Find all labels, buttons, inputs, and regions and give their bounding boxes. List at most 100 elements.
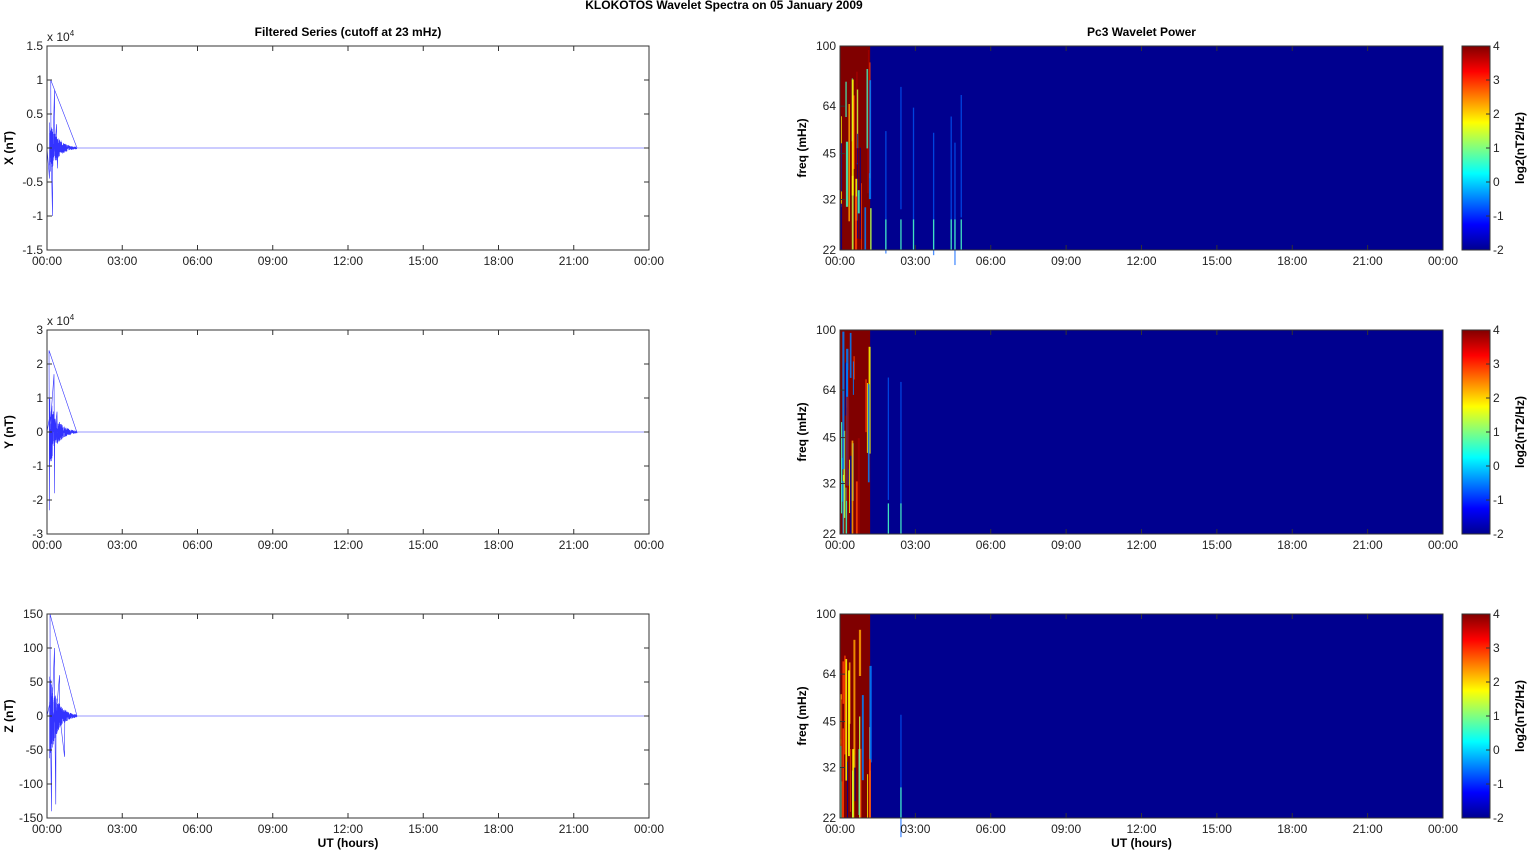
power-streak — [887, 377, 890, 500]
power-streak — [861, 183, 862, 250]
x-tick-label: 00:00 — [32, 822, 62, 836]
y-tick-label: 100 — [816, 39, 836, 53]
power-streak — [848, 489, 849, 534]
x-tick-label: 12:00 — [1126, 538, 1156, 552]
colorbar-tick-label: -1 — [1493, 209, 1504, 223]
chart-title: Filtered Series (cutoff at 23 mHz) — [255, 25, 442, 39]
y-tick-label: 100 — [816, 323, 836, 337]
y-axis-label: freq (mHz) — [795, 402, 809, 461]
power-streak — [859, 147, 861, 239]
y-tick-label: 1 — [36, 391, 43, 405]
power-streak — [900, 503, 902, 534]
x-tick-label: 15:00 — [408, 822, 438, 836]
y-exponent: x 104 — [47, 29, 75, 44]
x-tick-label: 12:00 — [1126, 822, 1156, 836]
y-axis-label: freq (mHz) — [795, 118, 809, 177]
x-tick-label: 00:00 — [825, 254, 855, 268]
power-streak — [852, 361, 854, 395]
power-streak — [846, 396, 848, 501]
power-streak — [960, 94, 962, 218]
x-tick-label: 21:00 — [1353, 822, 1383, 836]
x-tick-label: 12:00 — [333, 254, 363, 268]
exponent-base: x 10 — [47, 30, 70, 44]
power-streak — [857, 190, 860, 214]
x-tick-label: 12:00 — [1126, 254, 1156, 268]
x-tick-label: 12:00 — [333, 538, 363, 552]
x-tick-label: 18:00 — [483, 254, 513, 268]
colorbar-tick-label: 0 — [1493, 743, 1500, 757]
power-streak — [960, 219, 962, 250]
y-tick-label: 45 — [823, 147, 837, 161]
x-tick-label: 18:00 — [1277, 822, 1307, 836]
x-tick-label: 00:00 — [634, 822, 664, 836]
colorbar-tick-label: 3 — [1493, 73, 1500, 87]
colorbar-tick-label: -2 — [1493, 243, 1504, 257]
power-streak — [867, 384, 870, 483]
chart-title: Pc3 Wavelet Power — [1087, 25, 1196, 39]
power-streak — [869, 665, 872, 763]
x-tick-label: 09:00 — [1051, 822, 1081, 836]
x-tick-label: 21:00 — [559, 254, 589, 268]
power-streak — [861, 695, 864, 781]
series-line — [46, 79, 649, 217]
x-tick-label: 00:00 — [1428, 538, 1458, 552]
x-tick-label: 18:00 — [1277, 538, 1307, 552]
x-tick-label: 09:00 — [258, 254, 288, 268]
y-tick-label: 100 — [23, 641, 43, 655]
x-tick-label: 15:00 — [1202, 254, 1232, 268]
power-streak — [887, 503, 890, 534]
power-streak — [855, 196, 858, 250]
power-streak — [848, 370, 849, 469]
y-exponent: x 104 — [47, 313, 75, 328]
x-tick-label: 18:00 — [483, 538, 513, 552]
x-tick-label: 21:00 — [559, 538, 589, 552]
exponent-power: 4 — [70, 313, 75, 322]
power-streak — [853, 639, 856, 768]
x-tick-label: 09:00 — [1051, 254, 1081, 268]
y-tick-label: -2 — [32, 493, 43, 507]
x-tick-label: 00:00 — [32, 254, 62, 268]
power-streak — [912, 107, 915, 231]
x-tick-label: 15:00 — [1202, 822, 1232, 836]
line-chart-z: -150-100-50050100150Z (nT)00:00 03:00 06:0… — [2, 607, 664, 850]
power-streak — [870, 208, 872, 250]
colorbar-gradient — [1461, 45, 1491, 251]
y-tick-label: -50 — [26, 743, 44, 757]
wavelet-spectrogram-3: 22324564100freq (mHz)00:00 03:00 06:00 09:0… — [795, 607, 1527, 850]
y-tick-label: -1 — [32, 209, 43, 223]
line-chart-y: -3-2-10123x 104Y (nT)00:00 03:00 06:00 09:0… — [2, 313, 664, 552]
power-streak — [869, 759, 871, 818]
x-tick-label: 18:00 — [1277, 254, 1307, 268]
power-streak — [852, 770, 854, 818]
x-tick-label: 00:00 — [1428, 822, 1458, 836]
colorbar-gradient — [1461, 613, 1491, 819]
colorbar: -2 -1 0 1 2 3 4 log2(nT2/Hz) — [1461, 607, 1527, 825]
colorbar-tick-label: 0 — [1493, 459, 1500, 473]
x-tick-label: 03:00 — [900, 822, 930, 836]
y-tick-label: 150 — [23, 607, 43, 621]
y-axis-label: X (nT) — [2, 131, 16, 165]
x-tick-label: 03:00 — [900, 538, 930, 552]
x-tick-label: 09:00 — [258, 822, 288, 836]
y-tick-label: 50 — [30, 675, 44, 689]
power-streak — [932, 219, 935, 250]
power-streak — [858, 629, 862, 676]
y-tick-label: 32 — [823, 477, 837, 491]
y-tick-label: 64 — [823, 99, 837, 113]
y-tick-label: -0.5 — [22, 175, 43, 189]
colorbar-tick-label: 3 — [1493, 641, 1500, 655]
power-streak — [841, 422, 843, 514]
power-streak — [840, 143, 843, 192]
colorbar-tick-label: -1 — [1493, 777, 1504, 791]
power-streak — [845, 141, 849, 207]
power-streak — [900, 787, 902, 818]
x-tick-label: 12:00 — [333, 822, 363, 836]
figure: KLOKOTOS Wavelet Spectra on 05 January 2… — [2, 0, 1527, 850]
power-streak — [858, 749, 860, 815]
y-tick-label: 3 — [36, 323, 43, 337]
colorbar-tick-label: -1 — [1493, 493, 1504, 507]
x-tick-label: 06:00 — [976, 822, 1006, 836]
x-tick-label: 00:00 — [634, 254, 664, 268]
x-tick-label: 03:00 — [107, 538, 137, 552]
x-axis-label: UT (hours) — [318, 836, 379, 850]
